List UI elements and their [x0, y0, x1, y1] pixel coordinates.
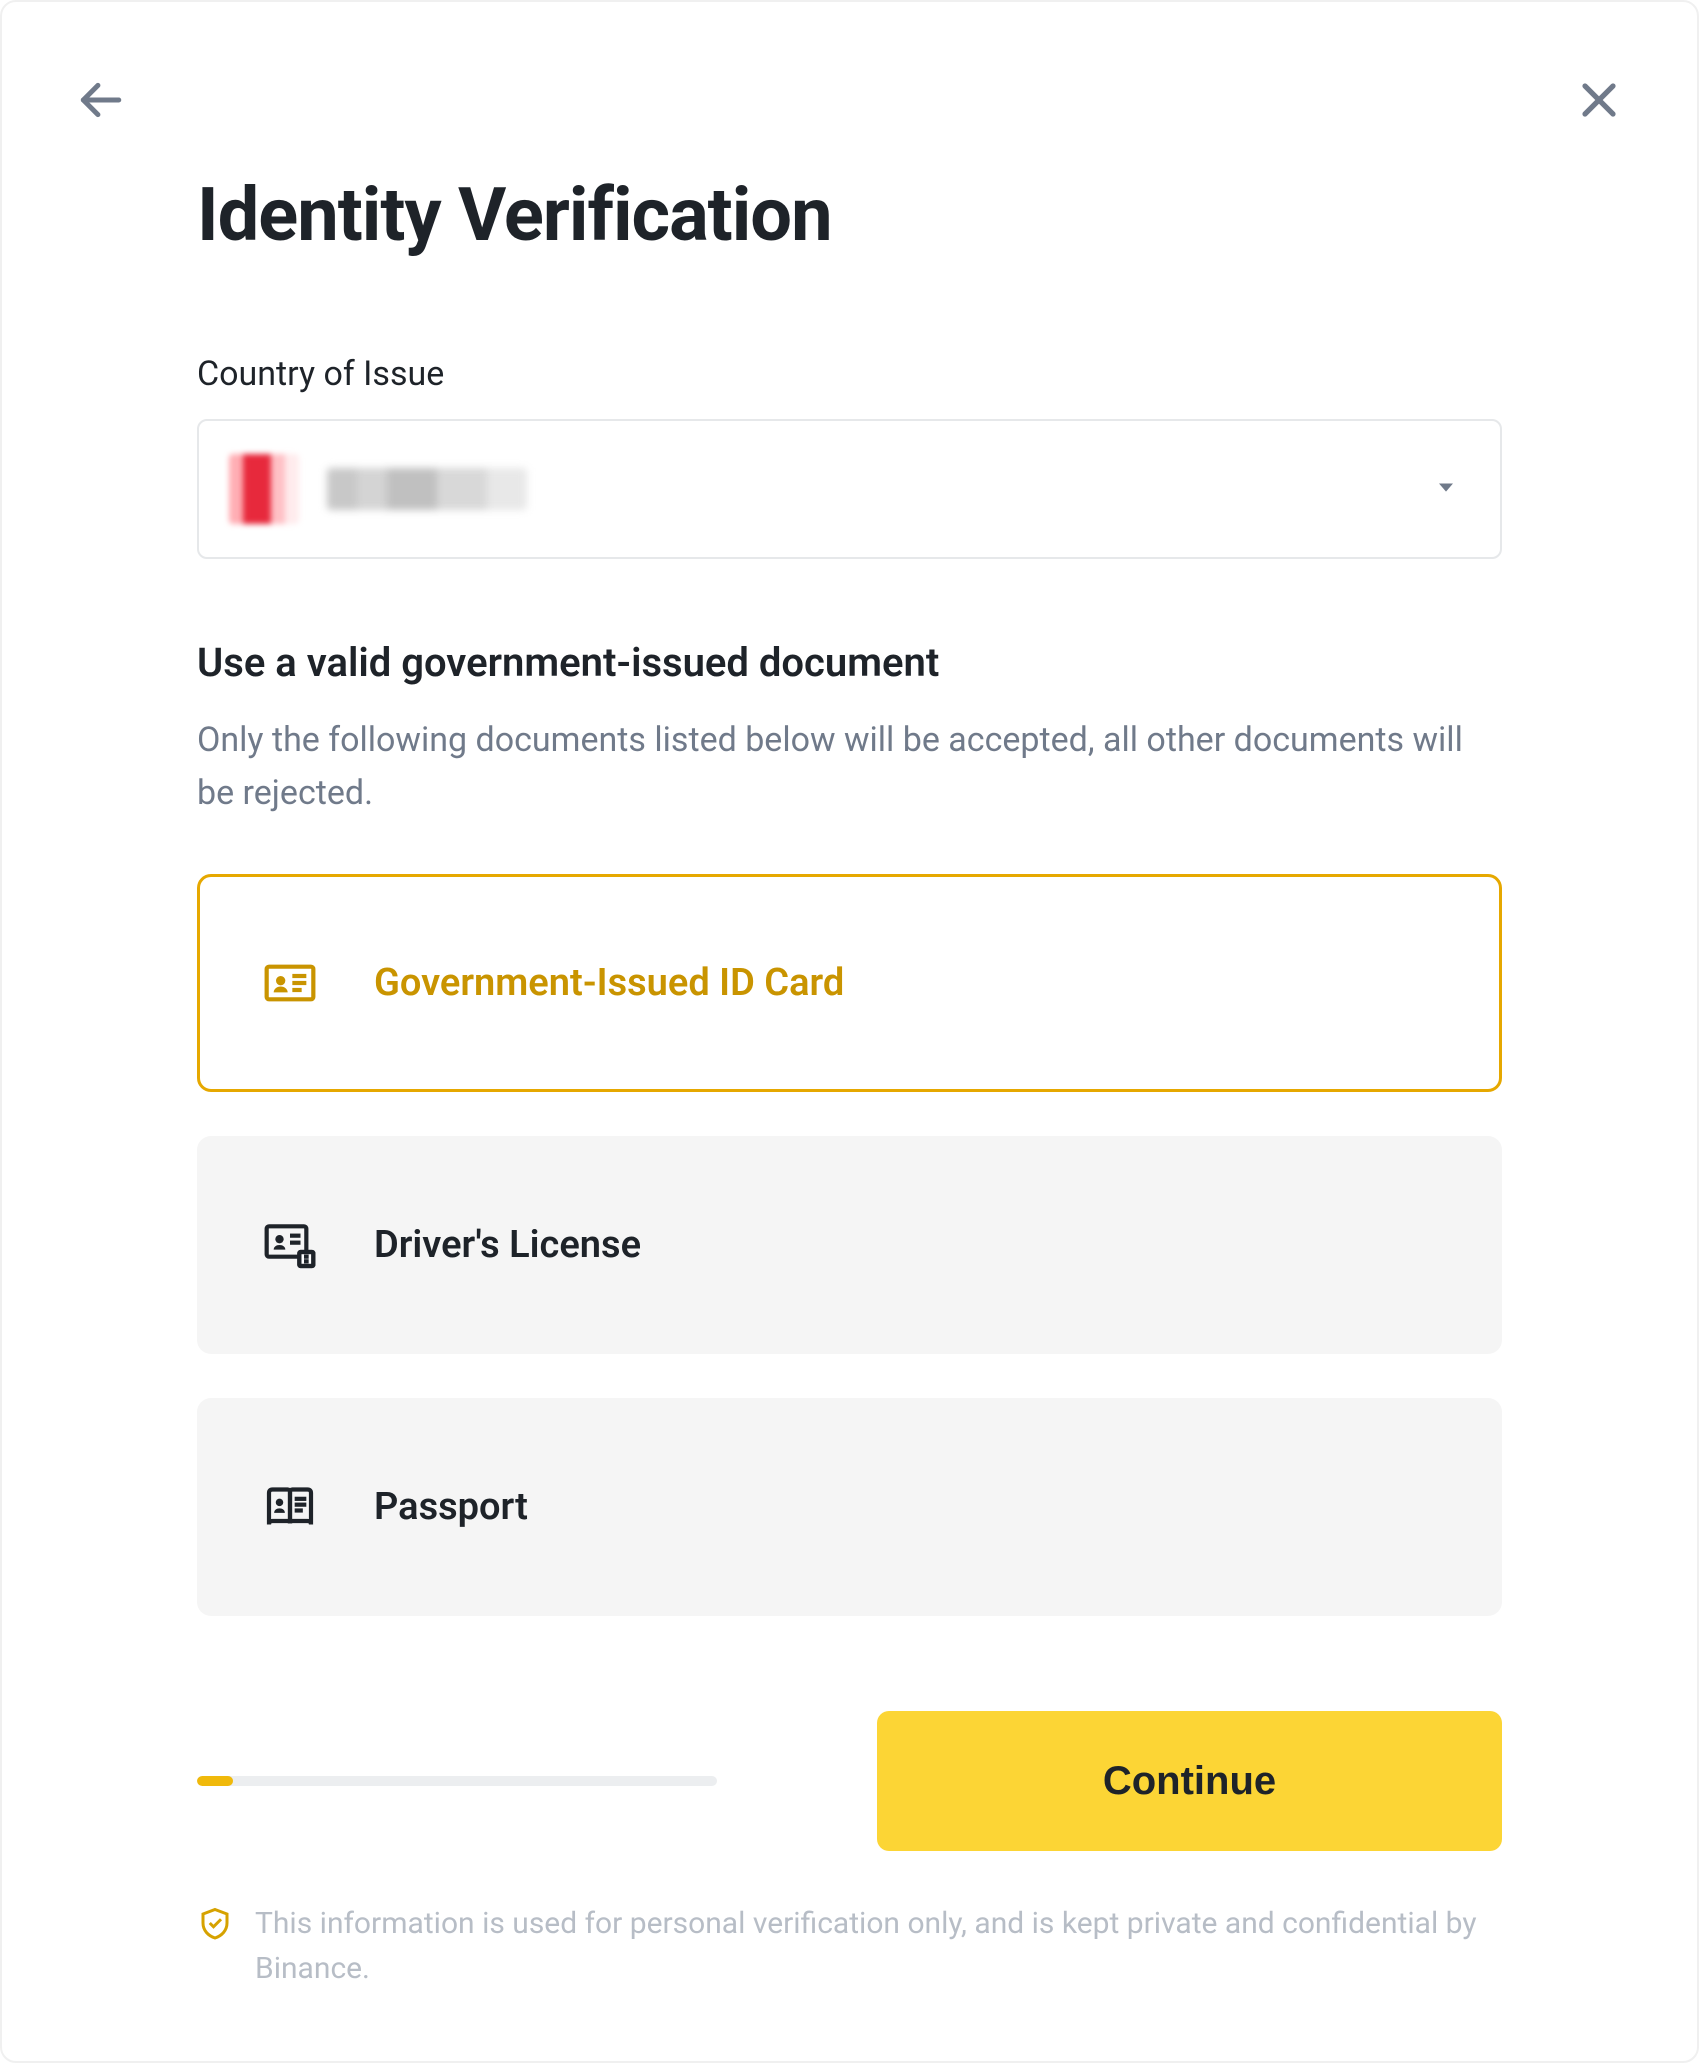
progress-fill: [197, 1776, 233, 1786]
option-label: Government-Issued ID Card: [374, 961, 844, 1005]
arrow-left-icon: [75, 75, 125, 125]
option-label: Driver's License: [374, 1223, 641, 1267]
documents-heading: Use a valid government-issued document: [197, 639, 1502, 686]
close-button[interactable]: [1571, 72, 1627, 128]
passport-icon: [262, 1479, 318, 1535]
option-label: Passport: [374, 1485, 528, 1529]
footer-row: Continue: [197, 1711, 1502, 1851]
country-label: Country of Issue: [197, 354, 1502, 394]
shield-check-icon: [197, 1905, 233, 1941]
content: Identity Verification Country of Issue U…: [2, 172, 1697, 1991]
id-card-icon: [262, 955, 318, 1011]
country-flag-icon: [229, 454, 299, 524]
documents-description: Only the following documents listed belo…: [197, 714, 1502, 819]
option-passport[interactable]: Passport: [197, 1398, 1502, 1616]
progress-bar: [197, 1776, 717, 1786]
topbar: [2, 72, 1697, 128]
country-dropdown[interactable]: [197, 419, 1502, 559]
disclaimer-text: This information is used for personal ve…: [255, 1901, 1502, 1991]
page-title: Identity Verification: [197, 172, 1502, 259]
close-icon: [1575, 76, 1623, 124]
continue-button[interactable]: Continue: [877, 1711, 1502, 1851]
chevron-down-icon: [1432, 473, 1460, 505]
back-button[interactable]: [72, 72, 128, 128]
country-name-redacted: [327, 468, 527, 510]
document-options: Government-Issued ID Card Driver's Licen…: [197, 874, 1502, 1616]
identity-verification-modal: Identity Verification Country of Issue U…: [0, 0, 1699, 2063]
disclaimer: This information is used for personal ve…: [197, 1901, 1502, 1991]
option-id-card[interactable]: Government-Issued ID Card: [197, 874, 1502, 1092]
drivers-license-icon: [262, 1217, 318, 1273]
option-drivers-license[interactable]: Driver's License: [197, 1136, 1502, 1354]
